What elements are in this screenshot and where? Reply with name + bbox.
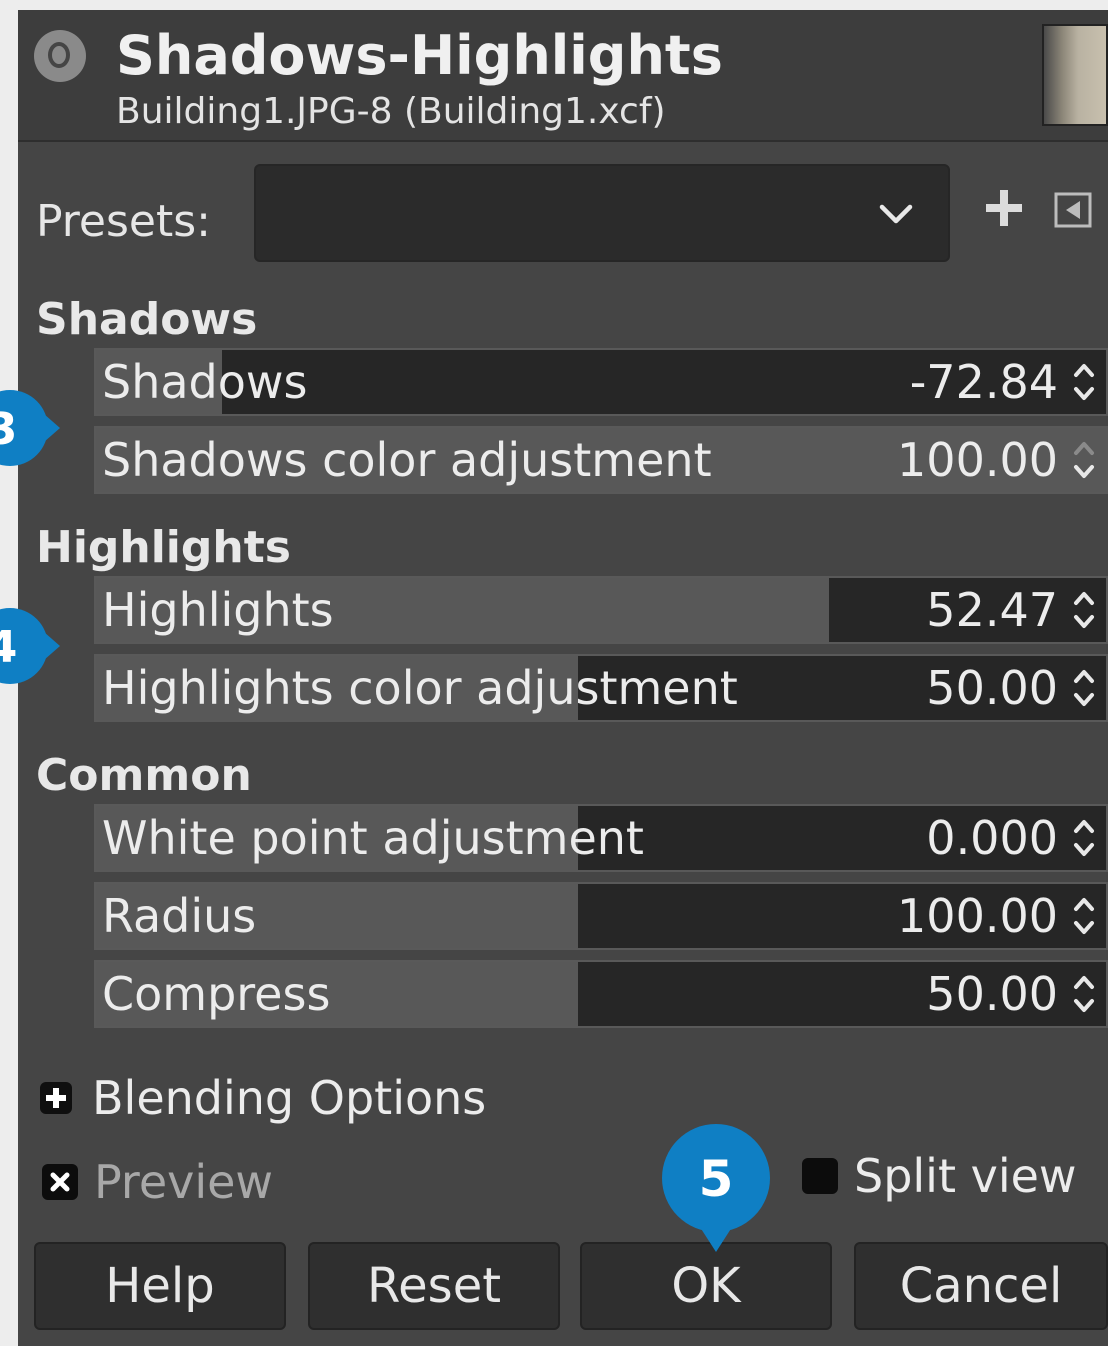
- slider-value[interactable]: 0.000: [926, 806, 1058, 870]
- split-view-label: Split view: [854, 1149, 1077, 1203]
- spin-arrows-icon[interactable]: [1070, 664, 1098, 712]
- slider-label: Highlights color adjustment: [102, 661, 738, 715]
- shadows-color-adjustment-slider[interactable]: Shadows color adjustment 100.00: [94, 426, 1108, 494]
- shadows-slider[interactable]: Shadows -72.84: [94, 348, 1108, 416]
- slider-label: Shadows color adjustment: [102, 433, 712, 487]
- callout-number: 4: [0, 622, 17, 673]
- gegl-icon: [34, 30, 86, 82]
- slider-value[interactable]: -72.84: [910, 350, 1058, 414]
- section-shadows: Shadows: [36, 294, 258, 345]
- checkbox-unchecked-icon: [802, 1158, 838, 1194]
- ok-button[interactable]: OK: [580, 1242, 832, 1330]
- callout-number: 5: [699, 1150, 734, 1208]
- shadows-highlights-dialog: Shadows-Highlights Building1.JPG-8 (Buil…: [18, 10, 1108, 1346]
- plus-icon[interactable]: [984, 188, 1024, 228]
- reset-button[interactable]: Reset: [308, 1242, 560, 1330]
- dialog-title: Shadows-Highlights: [116, 24, 723, 87]
- preview-label: Preview: [94, 1155, 274, 1209]
- spin-arrows-icon[interactable]: [1070, 970, 1098, 1018]
- section-common: Common: [36, 750, 252, 801]
- spin-arrows-icon[interactable]: [1070, 586, 1098, 634]
- help-button[interactable]: Help: [34, 1242, 286, 1330]
- image-thumbnail: [1042, 24, 1108, 126]
- cancel-button[interactable]: Cancel: [854, 1242, 1108, 1330]
- slider-value[interactable]: 100.00: [897, 884, 1058, 948]
- section-highlights: Highlights: [36, 522, 291, 573]
- slider-label: Radius: [102, 889, 257, 943]
- slider-label: White point adjustment: [102, 811, 644, 865]
- dialog-header: Shadows-Highlights Building1.JPG-8 (Buil…: [18, 10, 1108, 142]
- callout-badge-3: 3: [0, 390, 60, 466]
- compress-slider[interactable]: Compress 50.00: [94, 960, 1108, 1028]
- callout-number: 3: [0, 404, 17, 455]
- spin-arrows-icon[interactable]: [1070, 892, 1098, 940]
- presets-label: Presets:: [36, 196, 211, 247]
- spin-arrows-icon[interactable]: [1070, 814, 1098, 862]
- menu-arrow-icon[interactable]: [1054, 192, 1092, 228]
- presets-dropdown[interactable]: [254, 164, 950, 262]
- slider-value[interactable]: 50.00: [926, 656, 1058, 720]
- expand-plus-icon: [40, 1082, 72, 1114]
- slider-label: Shadows: [102, 355, 308, 409]
- slider-value[interactable]: 52.47: [926, 578, 1058, 642]
- highlights-color-adjustment-slider[interactable]: Highlights color adjustment 50.00: [94, 654, 1108, 722]
- slider-label: Highlights: [102, 583, 334, 637]
- slider-value[interactable]: 100.00: [897, 428, 1058, 492]
- chevron-down-icon: [879, 204, 913, 224]
- blending-options-label: Blending Options: [92, 1071, 487, 1125]
- slider-value[interactable]: 50.00: [926, 962, 1058, 1026]
- callout-badge-5: 5: [662, 1124, 770, 1252]
- highlights-slider[interactable]: Highlights 52.47: [94, 576, 1108, 644]
- spin-arrows-icon[interactable]: [1070, 358, 1098, 406]
- white-point-adjustment-slider[interactable]: White point adjustment 0.000: [94, 804, 1108, 872]
- slider-label: Compress: [102, 967, 331, 1021]
- dialog-subtitle: Building1.JPG-8 (Building1.xcf): [116, 91, 666, 132]
- radius-slider[interactable]: Radius 100.00: [94, 882, 1108, 950]
- spin-arrows-icon[interactable]: [1070, 436, 1098, 484]
- checkbox-checked-icon: [42, 1164, 78, 1200]
- callout-badge-4: 4: [0, 608, 60, 684]
